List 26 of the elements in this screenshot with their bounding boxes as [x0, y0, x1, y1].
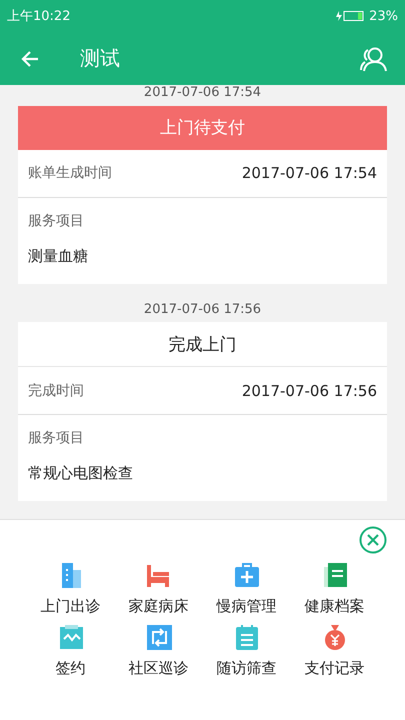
record-date: 2017-07-06 17:54: [142, 85, 262, 102]
menu-item[interactable]: 健康档案: [290, 560, 378, 616]
back-icon[interactable]: [20, 48, 40, 68]
page-title: 测试: [80, 45, 121, 72]
field-label: 账单生成时间: [28, 164, 112, 182]
menu-item[interactable]: 上门出诊: [26, 560, 114, 616]
status-header: 上门待支付: [18, 106, 387, 150]
menu-item[interactable]: 慢病管理: [202, 560, 290, 616]
users-icon[interactable]: [359, 46, 387, 72]
close-icon[interactable]: [359, 526, 387, 554]
battery-percentage: 23%: [369, 8, 398, 24]
menu-item[interactable]: 支付记录: [290, 622, 378, 678]
field-value: 2017-07-06 17:54: [242, 164, 377, 182]
status-time: 上午10:22: [7, 8, 70, 25]
menu-item[interactable]: 家庭病床: [114, 560, 202, 616]
field-label: 服务项目: [28, 212, 85, 230]
record-date: 2017-07-06 17:56: [142, 302, 262, 318]
menu-item[interactable]: 随访筛查: [202, 622, 290, 678]
field-value: 常规心电图检查: [28, 464, 134, 483]
field-label: 完成时间: [28, 382, 84, 400]
battery-icon: [335, 10, 366, 22]
field-label: 服务项目: [28, 429, 85, 447]
field-value: 测量血糖: [28, 246, 89, 266]
menu-item[interactable]: 社区巡诊: [114, 622, 202, 678]
field-value: 2017-07-06 17:56: [242, 382, 377, 400]
menu-item[interactable]: 签约: [26, 622, 114, 678]
